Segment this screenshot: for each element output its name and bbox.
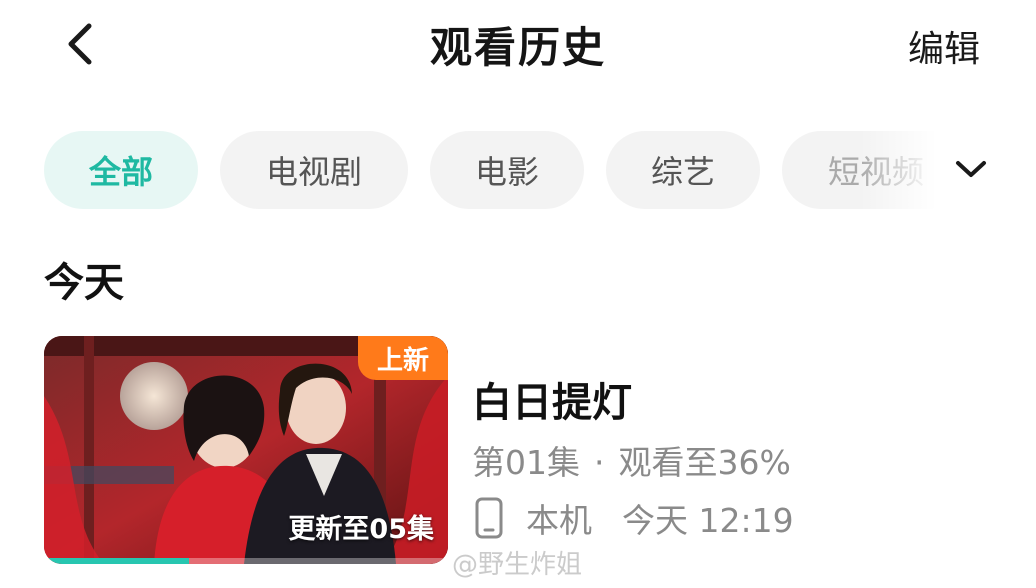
watch-time: 今天 12:19 [622,501,794,540]
device-label: 本机 [526,501,592,540]
tab-movies[interactable]: 电影 [430,131,584,209]
progress-text: 观看至36% [618,443,791,482]
episode-progress-text: 第01集 · 观看至36% [472,436,791,484]
episode-update-label: 更新至05集 [288,514,434,545]
episode-label: 第01集 [472,443,580,482]
separator-dot: · [594,443,605,482]
category-tabs: 全部 电视剧 电影 综艺 短视频 [44,131,944,209]
device-time-row: 本机 今天 12:19 [472,494,794,542]
history-item[interactable]: 上新 更新至05集 白日提灯 第01集 · 观看至36% 本机 今天 12:19 [44,336,1004,566]
show-title[interactable]: 白日提灯 [472,370,632,428]
watch-progress-fill [44,558,190,564]
page-title: 观看历史 [429,23,606,72]
new-badge: 上新 [358,336,448,380]
header: 观看历史 编辑 [0,0,1036,86]
tab-tv-series[interactable]: 电视剧 [220,131,408,209]
watermark: @野生炸姐 [452,544,582,581]
tab-short-video[interactable]: 短视频 [782,131,944,209]
watch-progress-bar [44,558,448,564]
expand-tabs-button[interactable] [948,146,994,192]
tab-all[interactable]: 全部 [44,131,198,209]
tab-variety[interactable]: 综艺 [606,131,760,209]
chevron-down-icon [956,161,986,177]
phone-icon [472,497,506,539]
section-title-today: 今天 [44,260,124,306]
edit-button[interactable]: 编辑 [908,20,980,72]
poster-thumbnail[interactable]: 上新 更新至05集 [44,336,448,564]
watermark-text: @野生炸姐 [452,550,583,580]
